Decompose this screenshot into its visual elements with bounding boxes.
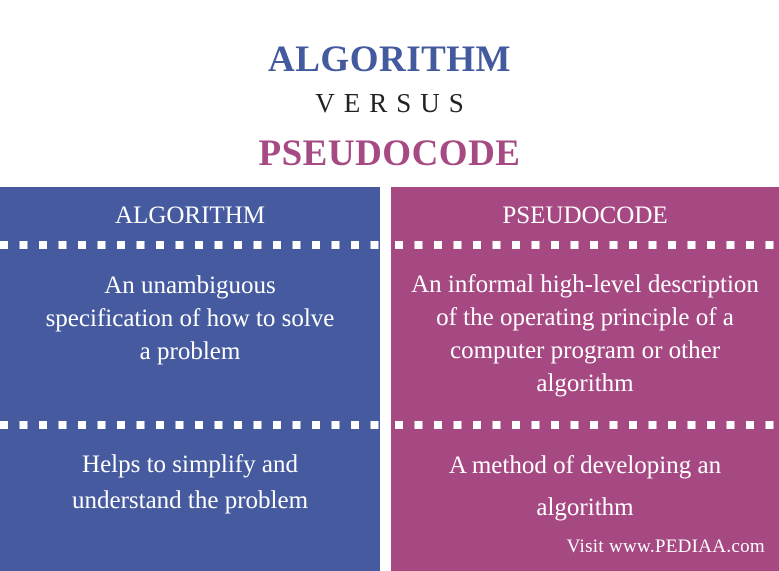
title-algorithm: ALGORITHM: [268, 39, 511, 80]
column-header-pseudocode: PSEUDOCODE: [502, 202, 668, 229]
pseudocode-column: PSEUDOCODE An informal high-level descri…: [391, 187, 779, 571]
dotted-divider: [0, 241, 380, 249]
source-link[interactable]: Visit www.PEDIAA.com: [567, 536, 765, 558]
title-pseudocode: PSEUDOCODE: [258, 133, 521, 174]
column-header-algorithm: ALGORITHM: [115, 202, 265, 229]
dotted-divider: [391, 421, 779, 429]
dotted-divider: [391, 241, 779, 249]
pseudocode-definition: An informal high-level description of th…: [411, 271, 759, 397]
pseudocode-purpose: A method of developing an algorithm: [448, 452, 722, 521]
dotted-divider: [0, 421, 380, 429]
algorithm-purpose: Helps to simplify and understand the pro…: [71, 451, 309, 514]
algorithm-definition: An unambiguous specification of how to s…: [45, 272, 335, 365]
algorithm-column: ALGORITHM An unambiguous specification o…: [0, 187, 380, 571]
title-versus: VERSUS: [315, 88, 473, 118]
